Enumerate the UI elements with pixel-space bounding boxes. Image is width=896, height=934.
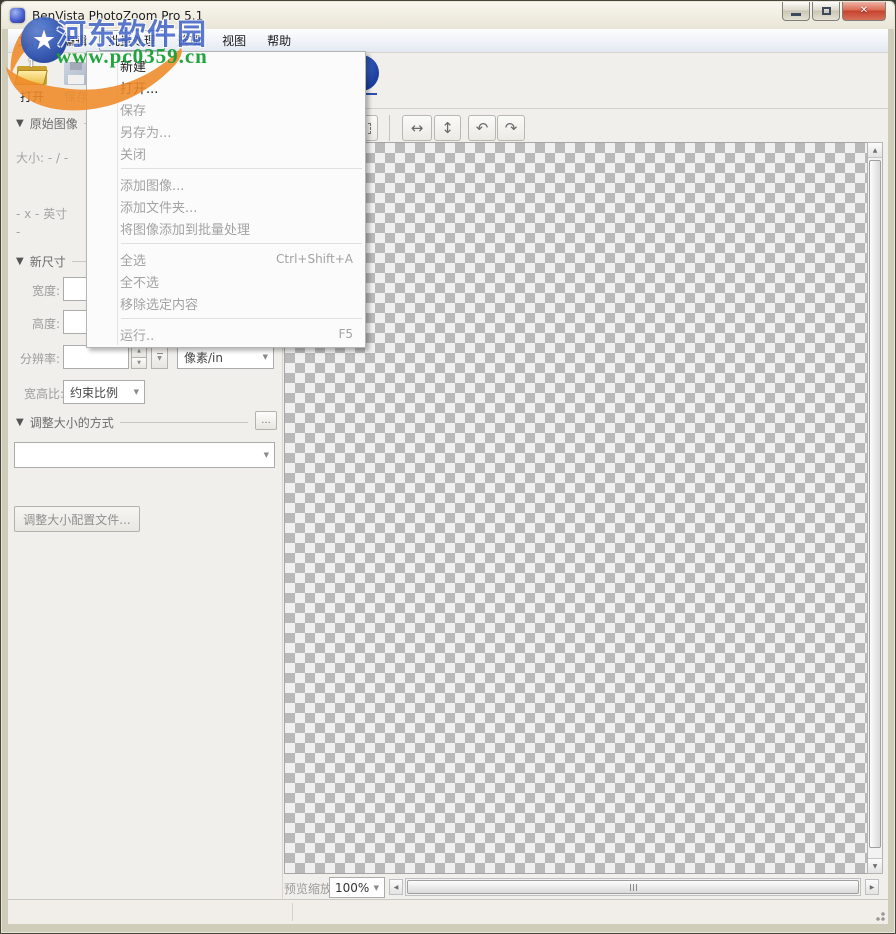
original-size-value: 大小: - / - (16, 149, 68, 166)
menu-item-run[interactable]: 运行..F5 (87, 323, 365, 345)
original-dimensions-value: - x - 英寸 (16, 205, 67, 222)
shortcut-label: Ctrl+Shift+A (276, 252, 353, 266)
resize-profiles-button[interactable]: 调整大小配置文件... (14, 506, 140, 532)
rotate-right-icon: ↷ (505, 119, 518, 137)
titlebar: BenVista PhotoZoom Pro 5.1 ✕ (2, 2, 894, 29)
batch-dropdown-menu: 新建 打开... 保存 另存为... 关闭 添加图像... 添加文件夹... 将… (86, 51, 366, 348)
spin-down-icon[interactable]: ▼ (131, 358, 147, 370)
image-toolbar: ↔ ↕ ↶ ↷ (283, 108, 888, 142)
maximize-button[interactable] (812, 2, 840, 21)
preview-canvas (284, 142, 867, 874)
vertical-scroll-thumb[interactable] (869, 160, 881, 848)
open-button[interactable]: ↑ 打开 (11, 57, 53, 105)
height-label: 高度: (32, 315, 60, 332)
preview-pane: ↔ ↕ ↶ ↷ ▲ ▼ 预览缩放: 100% ▼ (283, 53, 888, 899)
flip-horizontal-button[interactable]: ↔ (402, 115, 432, 141)
status-bar (8, 899, 888, 924)
open-folder-icon: ↑ (17, 62, 47, 85)
menu-item-save-as[interactable]: 另存为... (87, 120, 365, 142)
chevron-down-icon: ▼ (157, 355, 162, 362)
vertical-scrollbar[interactable]: ▲ ▼ (867, 142, 883, 874)
preview-zoom-combo[interactable]: 100% ▼ (329, 877, 385, 898)
menu-help[interactable]: 帮助 (258, 29, 300, 52)
collapse-triangle-icon: ▼ (16, 256, 24, 267)
menu-separator (87, 239, 365, 248)
minimize-button[interactable] (782, 2, 810, 21)
resize-method-combo[interactable]: ▼ (14, 442, 275, 468)
rotate-left-icon: ↶ (476, 119, 489, 137)
chevron-down-icon: ▼ (263, 353, 268, 361)
menu-options[interactable]: 选项 (168, 29, 210, 52)
minimize-icon (791, 13, 801, 16)
rotate-right-button[interactable]: ↷ (497, 115, 525, 141)
menu-view[interactable]: 视图 (213, 29, 255, 52)
menu-item-new[interactable]: 新建 (87, 54, 365, 76)
menubar: 文件 编辑 批量处理 选项 视图 帮助 (8, 29, 888, 53)
close-button[interactable]: ✕ (842, 2, 886, 21)
chevron-down-icon: ▼ (374, 884, 379, 892)
scroll-left-icon[interactable]: ◀ (389, 879, 403, 895)
close-icon: ✕ (860, 6, 868, 16)
width-label: 宽度: (32, 282, 60, 299)
menu-item-save[interactable]: 保存 (87, 98, 365, 120)
horizontal-scrollbar[interactable] (405, 878, 861, 896)
scroll-down-icon[interactable]: ▼ (868, 858, 882, 873)
original-dash-value: - (16, 225, 20, 239)
menu-separator (87, 314, 365, 323)
section-resize-method[interactable]: ▼ 调整大小的方式 (16, 414, 248, 431)
resolution-label: 分辨率: (20, 350, 60, 367)
maximize-icon (822, 7, 831, 15)
menu-edit[interactable]: 编辑 (54, 29, 96, 52)
app-window: BenVista PhotoZoom Pro 5.1 ✕ 文件 编辑 批量处理 … (0, 0, 896, 934)
menu-file[interactable]: 文件 (9, 29, 51, 52)
menu-item-close[interactable]: 关闭 (87, 142, 365, 164)
menu-item-select-none[interactable]: 全不选 (87, 270, 365, 292)
menu-item-add-images[interactable]: 添加图像... (87, 173, 365, 195)
collapse-triangle-icon: ▼ (16, 417, 24, 428)
window-title: BenVista PhotoZoom Pro 5.1 (32, 9, 203, 23)
chevron-down-icon: ▼ (264, 451, 269, 459)
aspect-ratio-label: 宽高比: (24, 385, 64, 402)
menu-item-add-folder[interactable]: 添加文件夹... (87, 195, 365, 217)
collapse-triangle-icon: ▼ (16, 118, 24, 129)
resolution-dropdown-button[interactable]: ▼ (151, 345, 168, 369)
scroll-up-icon[interactable]: ▲ (868, 143, 882, 158)
flip-horizontal-icon: ↔ (411, 119, 424, 137)
menu-item-open[interactable]: 打开... (87, 76, 365, 98)
resolution-unit-combo[interactable]: 像素/in ▼ (177, 345, 274, 369)
menu-batch[interactable]: 批量处理 (99, 30, 165, 51)
aspect-ratio-combo[interactable]: 约束比例 ▼ (63, 380, 145, 404)
shortcut-label: F5 (338, 327, 353, 341)
preview-zoom-bar: 预览缩放: 100% ▼ ◀ ▶ (283, 874, 888, 899)
horizontal-scroll-thumb[interactable] (407, 880, 859, 894)
flip-vertical-button[interactable]: ↕ (434, 115, 461, 141)
menu-item-select-all[interactable]: 全选Ctrl+Shift+A (87, 248, 365, 270)
chevron-down-icon: ▼ (134, 388, 139, 396)
menu-item-remove-selected[interactable]: 移除选定内容 (87, 292, 365, 314)
rotate-left-button[interactable]: ↶ (468, 115, 496, 141)
flip-vertical-icon: ↕ (441, 119, 454, 137)
menu-separator (87, 164, 365, 173)
resolution-input[interactable] (63, 345, 129, 369)
resize-grip[interactable] (872, 908, 885, 921)
save-floppy-icon (64, 62, 88, 85)
resolution-spinner[interactable]: ▲▼ (131, 345, 147, 369)
resize-method-more-button[interactable]: ... (255, 411, 277, 430)
menu-item-add-image-to-batch[interactable]: 将图像添加到批量处理 (87, 217, 365, 239)
scroll-right-icon[interactable]: ▶ (865, 879, 879, 895)
app-icon (10, 8, 25, 23)
